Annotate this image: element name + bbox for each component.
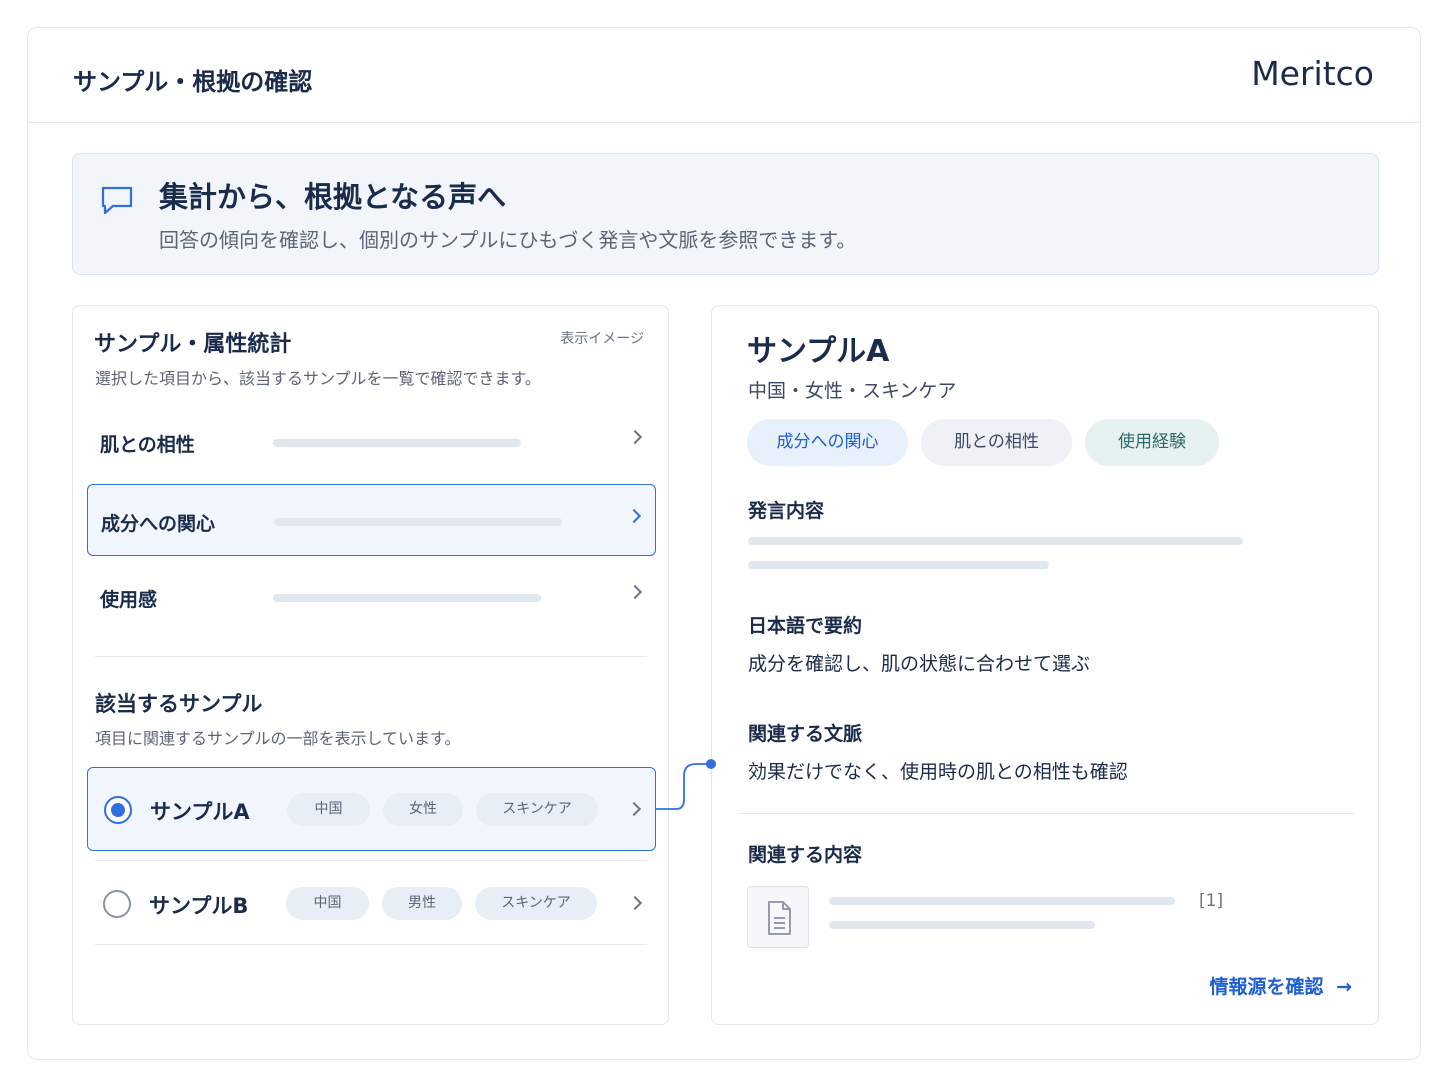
summary-heading: 日本語で要約	[748, 615, 863, 637]
speech-bubble-icon	[101, 186, 133, 215]
chevron-right-icon	[627, 429, 643, 445]
brand-logo: Meritco	[1251, 54, 1374, 93]
divider	[738, 813, 1355, 814]
tag-ingredient-interest[interactable]: 成分への関心	[747, 419, 908, 466]
sample-stats-panel: サンプル・属性統計 表示イメージ 選択した項目から、該当するサンプルを一覧で確認…	[72, 305, 669, 1025]
reference-marker[interactable]: [1]	[1199, 891, 1223, 911]
sample-tag: 男性	[382, 887, 462, 920]
chevron-right-icon	[626, 508, 642, 524]
banner-heading: 集計から、根拠となる声へ	[159, 180, 507, 214]
divider	[95, 944, 647, 945]
sample-name: サンプルB	[149, 894, 249, 918]
app-frame: サンプル・根拠の確認 Meritco 集計から、根拠となる声へ 回答の傾向を確認…	[27, 27, 1421, 1060]
page-title: サンプル・根拠の確認	[73, 68, 313, 96]
panel-subtitle: 選択した項目から、該当するサンプルを一覧で確認できます。	[95, 369, 541, 388]
statement-heading: 発言内容	[748, 500, 825, 522]
chevron-right-icon	[626, 801, 642, 817]
radio-selected[interactable]	[104, 796, 132, 824]
sample-tag: スキンケア	[476, 793, 598, 826]
sample-detail-panel: サンプルA 中国・女性・スキンケア 成分への関心 肌との相性 使用経験 発言内容…	[711, 305, 1379, 1025]
item-label: 成分への関心	[101, 513, 216, 535]
chevron-right-icon	[627, 895, 643, 911]
statement-placeholder-line	[748, 561, 1049, 569]
sample-tag: 中国	[287, 793, 370, 826]
related-placeholder-line	[829, 921, 1095, 929]
summary-text: 成分を確認し、肌の状態に合わせて選ぶ	[748, 653, 1091, 675]
app-header: サンプル・根拠の確認 Meritco	[28, 28, 1420, 123]
tag-usage-experience[interactable]: 使用経験	[1085, 419, 1219, 466]
radio-unselected[interactable]	[103, 890, 131, 918]
sample-tag: スキンケア	[475, 887, 597, 920]
banner-description: 回答の傾向を確認し、個別のサンプルにひもづく発言や文脈を参照できます。	[159, 228, 857, 252]
sample-row-b[interactable]: サンプルB 中国 男性 スキンケア	[87, 862, 656, 946]
item-bar	[273, 594, 541, 602]
statement-placeholder-line	[748, 537, 1243, 545]
divider	[95, 860, 647, 861]
item-row-usage-feel[interactable]: 使用感	[87, 561, 656, 633]
document-icon	[747, 886, 809, 948]
sample-name: サンプルA	[150, 800, 250, 824]
related-placeholder-line	[829, 897, 1175, 905]
item-row-skin-compat[interactable]: 肌との相性	[87, 406, 656, 478]
context-text: 効果だけでなく、使用時の肌との相性も確認	[748, 761, 1128, 783]
chevron-right-icon	[627, 584, 643, 600]
samples-heading: 該当するサンプル	[95, 692, 263, 716]
info-banner: 集計から、根拠となる声へ 回答の傾向を確認し、個別のサンプルにひもづく発言や文脈…	[72, 153, 1379, 275]
item-row-ingredient-interest[interactable]: 成分への関心	[87, 484, 656, 556]
item-bar	[274, 518, 562, 526]
item-label: 使用感	[100, 589, 158, 611]
view-source-label: 情報源を確認	[1209, 976, 1324, 998]
samples-subtitle: 項目に関連するサンプルの一部を表示しています。	[95, 729, 461, 748]
context-heading: 関連する文脈	[748, 723, 863, 745]
preview-badge: 表示イメージ	[560, 331, 644, 347]
sample-title: サンプルA	[747, 334, 890, 369]
item-label: 肌との相性	[100, 434, 195, 456]
divider	[95, 656, 647, 657]
sample-tag: 女性	[383, 793, 463, 826]
sample-row-a[interactable]: サンプルA 中国 女性 スキンケア	[87, 767, 656, 851]
related-heading: 関連する内容	[748, 844, 863, 866]
arrow-right-icon: →	[1336, 976, 1352, 998]
sample-tag: 中国	[286, 887, 369, 920]
tag-skin-compat[interactable]: 肌との相性	[921, 419, 1072, 466]
sample-attributes: 中国・女性・スキンケア	[748, 380, 957, 402]
item-bar	[273, 439, 521, 447]
panel-title: サンプル・属性統計	[94, 332, 292, 357]
view-source-link[interactable]: 情報源を確認 →	[1209, 972, 1352, 999]
